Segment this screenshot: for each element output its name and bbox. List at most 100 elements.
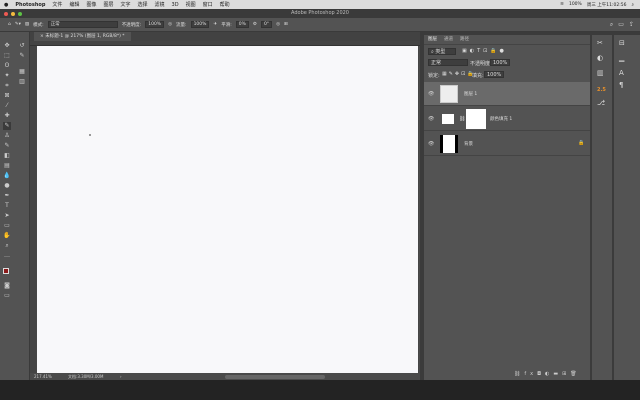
visibility-eye-icon[interactable]: 👁 [428, 141, 434, 147]
gear-icon[interactable]: ⚙ [253, 22, 257, 27]
color-icon[interactable]: ◐ [597, 54, 603, 62]
smooth-field[interactable]: 0% [235, 21, 249, 28]
pressure-opacity-icon[interactable]: ◎ [168, 22, 172, 27]
foreground-color-swatch[interactable] [3, 268, 9, 274]
more-tools-icon[interactable]: … [3, 252, 11, 260]
character-icon[interactable]: A [619, 69, 624, 77]
menu-select[interactable]: 选择 [138, 1, 148, 8]
history-brush-icon[interactable]: ✎ [3, 142, 11, 150]
swatches-panel-icon[interactable]: ▦ [18, 68, 26, 76]
rectangle-tool-icon[interactable]: ▭ [3, 222, 11, 230]
battery-status[interactable]: 100% [569, 2, 582, 7]
marquee-tool-icon[interactable]: ⬚ [3, 52, 11, 60]
layer-filter-select[interactable]: ⌕ 类型 [428, 48, 456, 55]
search-icon[interactable]: ⌕ [610, 21, 613, 29]
horizontal-scrollbar[interactable] [225, 374, 325, 379]
layer-name[interactable]: 颜色填充 1 [490, 116, 512, 122]
stamp-tool-icon[interactable]: ♙ [3, 132, 11, 140]
layer-name[interactable]: 背景 [464, 141, 473, 147]
apple-icon[interactable]: ● [4, 2, 8, 8]
lasso-tool-icon[interactable]: ʘ [3, 62, 11, 70]
layer-row-2[interactable]: 👁 ⛓ 颜色填充 1 [424, 107, 590, 131]
link-icon[interactable]: ⛓ [459, 116, 465, 122]
brush-preset-icon[interactable]: ✎▾ [15, 22, 21, 27]
paragraph-icon[interactable]: ¶ [619, 81, 623, 89]
properties-panel-icon[interactable]: ▥ [18, 78, 26, 86]
share-icon[interactable]: ⇪ [629, 21, 634, 29]
quick-mask-icon[interactable]: ◙ [3, 282, 11, 290]
menu-window[interactable]: 窗口 [203, 1, 213, 8]
status-menu-arrow[interactable]: › [120, 373, 122, 380]
eraser-icon[interactable]: ◧ [3, 152, 11, 160]
layer-row-3[interactable]: 👁 背景 🔒 [424, 132, 590, 156]
home-icon[interactable]: ⌂ [8, 22, 11, 27]
crop-tool-icon[interactable]: ⌗ [3, 82, 11, 90]
histogram-icon[interactable]: ▁ [619, 54, 624, 62]
tab-channels[interactable]: 通道 [440, 35, 457, 44]
path-select-icon[interactable]: ➤ [3, 212, 11, 220]
layer-name[interactable]: 图层 1 [464, 91, 477, 97]
workspace-icon[interactable]: ▭ [618, 21, 624, 29]
opacity-field[interactable]: 100% [145, 21, 165, 28]
wifi-icon[interactable]: ≋ [560, 2, 564, 7]
menu-image[interactable]: 图像 [86, 1, 96, 8]
minimize-button[interactable] [11, 11, 15, 16]
doc-info[interactable]: 文档:3.30M/3.00M [68, 373, 103, 380]
menu-3d[interactable]: 3D [172, 2, 179, 8]
dodge-icon[interactable]: ● [3, 182, 11, 190]
eyedropper-icon[interactable]: ⁄ [3, 102, 11, 110]
adjustments-icon[interactable]: ⊟ [619, 39, 625, 47]
move-tool-icon[interactable]: ✥ [3, 42, 11, 50]
zoom-level[interactable]: 217.41% [34, 373, 52, 380]
menu-view[interactable]: 视图 [186, 1, 196, 8]
menu-file[interactable]: 文件 [52, 1, 62, 8]
type-tool-icon[interactable]: T [3, 202, 11, 210]
magic-wand-icon[interactable]: ✦ [3, 72, 11, 80]
gradient-icon[interactable]: ▤ [3, 162, 11, 170]
mask-thumbnail[interactable] [466, 109, 486, 129]
pressure-size-icon[interactable]: ◎ [276, 22, 280, 27]
fill-field[interactable]: 100% [484, 71, 505, 78]
canvas[interactable] [37, 46, 418, 373]
layer-row-1[interactable]: 👁 图层 1 [424, 82, 590, 106]
history-panel-icon[interactable]: ↺ [18, 42, 26, 50]
menu-filter[interactable]: 滤镜 [155, 1, 165, 8]
menu-edit[interactable]: 编辑 [69, 1, 79, 8]
menu-type[interactable]: 文字 [120, 1, 130, 8]
clock[interactable]: 周三 上午11:02:56 [587, 2, 627, 8]
screen-mode-icon[interactable]: ▭ [3, 292, 11, 300]
mode-select[interactable]: 正常 [47, 21, 118, 28]
filter-icons[interactable]: ▣◐T⊡🔒● [462, 48, 507, 54]
healing-icon[interactable]: ✚ [3, 112, 11, 120]
menu-help[interactable]: 帮助 [220, 1, 230, 8]
flow-field[interactable]: 100% [190, 21, 210, 28]
zoom-button[interactable] [18, 11, 22, 16]
lock-icons[interactable]: ▦✎✥⊡🔒 [442, 71, 476, 77]
brush-settings-icon[interactable]: ✂ [597, 39, 603, 47]
hand-tool-icon[interactable]: ✋ [3, 232, 11, 240]
tab-paths[interactable]: 路径 [456, 35, 473, 44]
zoom-tool-icon[interactable]: ⌕ [3, 242, 11, 250]
brush-settings-icon[interactable]: ✎ [18, 52, 26, 60]
blend-mode-select[interactable]: 正常 [428, 59, 468, 66]
blur-icon[interactable]: 💧 [3, 172, 11, 180]
pen-icon[interactable]: ✒ [3, 192, 11, 200]
brush-panel-icon[interactable]: ▨ [25, 22, 29, 27]
version-badge[interactable]: 2.5 [597, 87, 606, 93]
search-icon[interactable]: ⌕ [631, 2, 634, 8]
angle-field[interactable]: 0° [260, 21, 273, 28]
visibility-eye-icon[interactable]: 👁 [428, 116, 434, 122]
layer-actions[interactable]: ⛓fx◘◐▬⊞🗑 [514, 371, 581, 377]
menu-layer[interactable]: 图层 [103, 1, 113, 8]
document-tab[interactable]: × 未标题-1 @ 217% (图层 1, RGB/8*) * [34, 32, 131, 41]
visibility-eye-icon[interactable]: 👁 [428, 91, 434, 97]
airbrush-icon[interactable]: ✈ [213, 22, 217, 27]
tab-layers[interactable]: 图层 [424, 35, 441, 44]
close-button[interactable] [4, 11, 8, 16]
properties-icon[interactable]: ▥ [597, 69, 604, 77]
paths-icon[interactable]: ⎇ [597, 99, 605, 107]
brush-tool-icon[interactable]: ✎ [3, 122, 11, 130]
frame-tool-icon[interactable]: ⊠ [3, 92, 11, 100]
symmetry-icon[interactable]: ⊞ [284, 22, 288, 27]
layer-opacity-field[interactable]: 100% [490, 59, 511, 66]
